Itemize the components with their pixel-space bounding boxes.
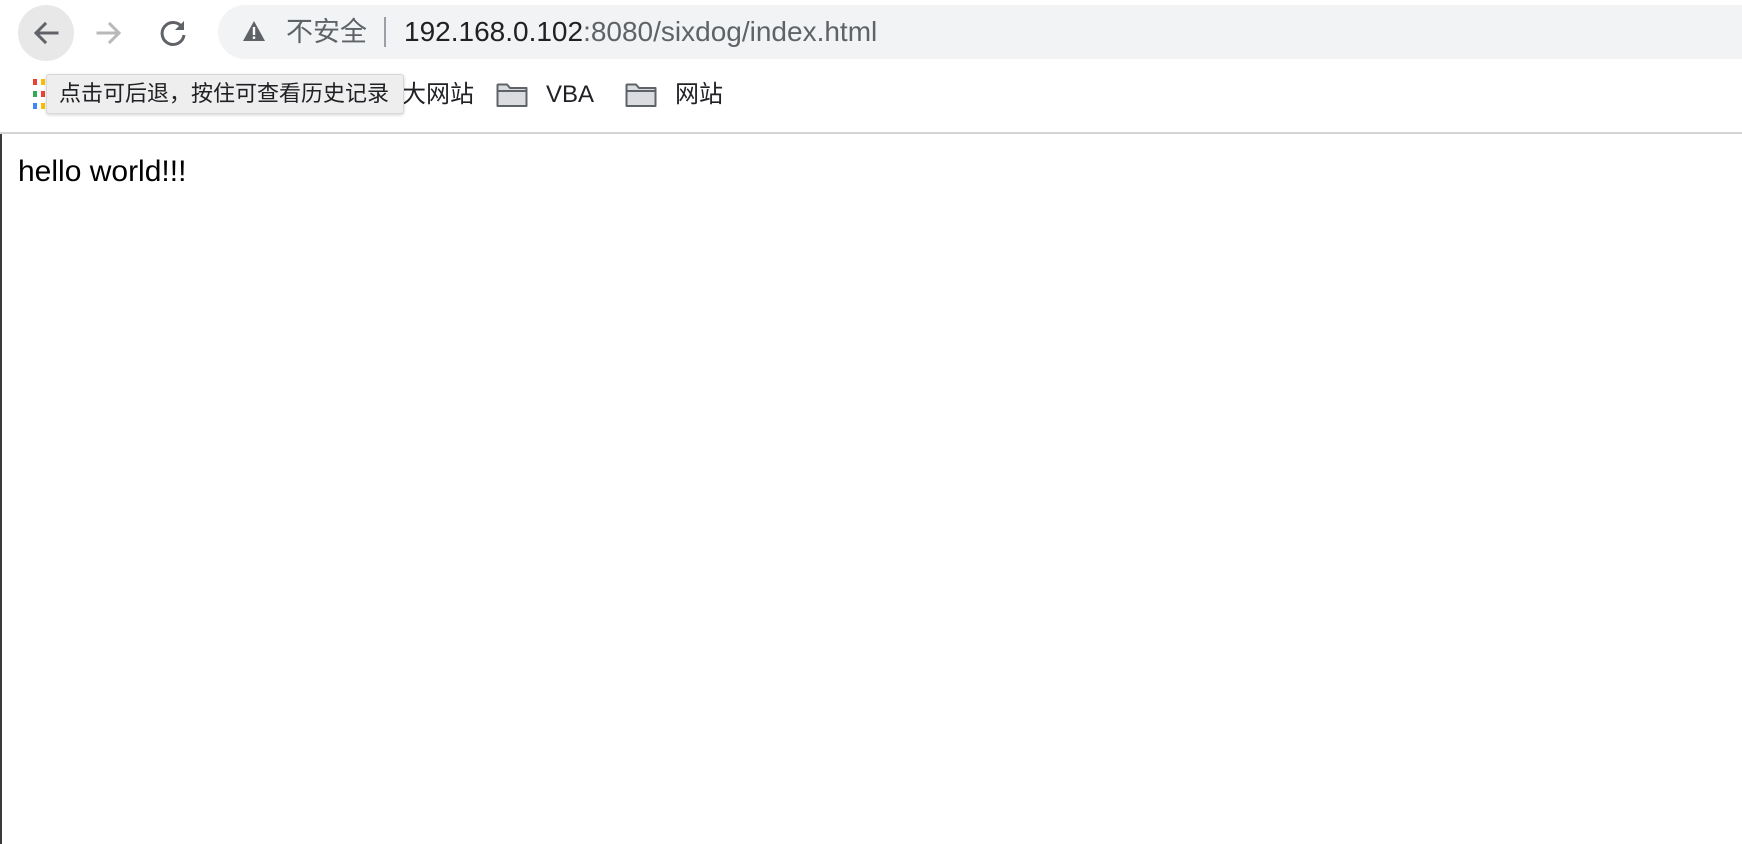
url-text[interactable]: 192.168.0.102:8080/sixdog/index.html <box>404 16 877 48</box>
bookmark-label: 网站 <box>675 81 723 108</box>
arrow-left-icon <box>33 21 59 45</box>
browser-window: 不安全 192.168.0.102:8080/sixdog/index.html… <box>0 0 1742 844</box>
back-button-tooltip: 点击可后退，按住可查看历史记录 <box>46 74 405 114</box>
address-bar[interactable]: 不安全 192.168.0.102:8080/sixdog/index.html <box>218 5 1742 59</box>
browser-toolbar: 不安全 192.168.0.102:8080/sixdog/index.html <box>0 0 1742 64</box>
bookmark-label: 大网站 <box>402 81 474 108</box>
page-body-text: hello world!!! <box>18 155 187 188</box>
bookmark-item-wangzhan-partial[interactable]: 大网站 <box>402 74 474 116</box>
reload-icon <box>160 20 186 46</box>
back-button[interactable] <box>18 5 74 61</box>
url-path: :8080/sixdog/index.html <box>583 16 878 47</box>
toolbar-separator <box>0 132 1742 134</box>
folder-icon <box>496 83 528 107</box>
bookmark-label: VBA <box>546 81 595 108</box>
apps-grid-icon[interactable] <box>33 79 47 109</box>
arrow-right-icon <box>96 21 122 45</box>
bookmark-folder-vba[interactable]: VBA <box>496 74 594 116</box>
warning-triangle-icon[interactable] <box>242 20 266 42</box>
security-status-label[interactable]: 不安全 <box>286 16 367 48</box>
bookmark-folder-wangzhan[interactable]: 网站 <box>625 74 723 116</box>
forward-button[interactable] <box>81 5 137 61</box>
folder-icon <box>625 83 657 107</box>
omnibox-divider <box>384 17 386 47</box>
url-host: 192.168.0.102 <box>404 16 584 47</box>
reload-button[interactable] <box>145 5 201 61</box>
